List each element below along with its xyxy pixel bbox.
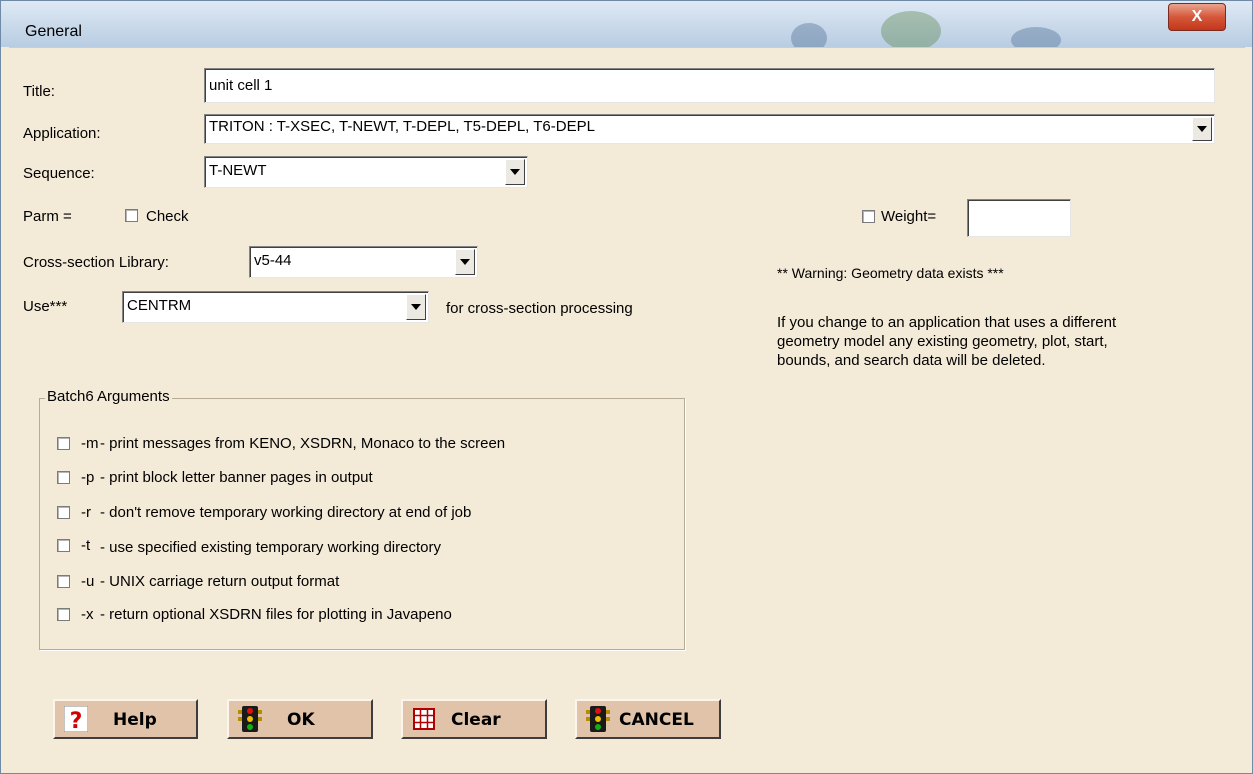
help-button-label: Help bbox=[113, 710, 157, 730]
chevron-down-icon bbox=[510, 169, 520, 175]
batch6-flag: -u bbox=[81, 573, 95, 590]
geometry-warning-message: If you change to an application that use… bbox=[777, 314, 1117, 369]
parm-check-checkbox[interactable] bbox=[125, 209, 138, 222]
application-select[interactable]: TRITON : T-XSEC, T-NEWT, T-DEPL, T5-DEPL… bbox=[204, 114, 1215, 144]
chevron-down-icon bbox=[460, 259, 470, 265]
grid-icon bbox=[413, 708, 435, 730]
use-label: Use*** bbox=[23, 298, 68, 315]
batch6-flag: -m bbox=[81, 435, 99, 452]
batch6-flag: -t bbox=[81, 537, 91, 554]
cancel-button-label: CANCEL bbox=[619, 710, 694, 730]
batch6-group-title: Batch6 Arguments bbox=[45, 388, 172, 405]
batch6-checkbox-r[interactable] bbox=[57, 506, 70, 519]
batch6-checkbox-p[interactable] bbox=[57, 471, 70, 484]
traffic-light-icon bbox=[238, 706, 262, 732]
application-label: Application: bbox=[23, 125, 101, 142]
ok-button[interactable]: OK bbox=[227, 699, 373, 739]
title-label: Title: bbox=[23, 83, 55, 100]
sequence-label: Sequence: bbox=[23, 165, 95, 182]
use-suffix-text: for cross-section processing bbox=[446, 300, 633, 317]
batch6-checkbox-t[interactable] bbox=[57, 539, 70, 552]
question-mark-icon: ? bbox=[64, 706, 88, 732]
background-decoration bbox=[881, 11, 941, 51]
batch6-description: - print block letter banner pages in out… bbox=[100, 469, 373, 486]
application-dropdown-button[interactable] bbox=[1192, 117, 1212, 141]
cancel-button[interactable]: CANCEL bbox=[575, 699, 721, 739]
chevron-down-icon bbox=[411, 304, 421, 310]
batch6-description: - return optional XSDRN files for plotti… bbox=[100, 606, 452, 623]
sequence-dropdown-button[interactable] bbox=[505, 159, 525, 185]
xs-library-dropdown-button[interactable] bbox=[455, 249, 475, 275]
title-input-box[interactable] bbox=[204, 68, 1215, 103]
chevron-down-icon bbox=[1197, 126, 1207, 132]
xs-library-label: Cross-section Library: bbox=[23, 254, 169, 271]
sequence-value: T-NEWT bbox=[209, 162, 267, 179]
parm-check-label: Check bbox=[146, 208, 189, 225]
application-value: TRITON : T-XSEC, T-NEWT, T-DEPL, T5-DEPL… bbox=[209, 118, 595, 135]
batch6-description: - use specified existing temporary worki… bbox=[100, 539, 441, 556]
weight-input-box[interactable] bbox=[967, 199, 1071, 237]
use-select[interactable]: CENTRM bbox=[122, 291, 429, 323]
use-dropdown-button[interactable] bbox=[406, 294, 426, 320]
batch6-description: - UNIX carriage return output format bbox=[100, 573, 340, 590]
batch6-description: - don't remove temporary working directo… bbox=[100, 504, 472, 521]
window-title: General bbox=[25, 23, 82, 40]
geometry-warning-title: ** Warning: Geometry data exists *** bbox=[777, 265, 1004, 281]
dialog-body: Title: Application: TRITON : T-XSEC, T-N… bbox=[9, 47, 1245, 767]
xs-library-value: v5-44 bbox=[254, 252, 292, 269]
batch6-flag: -x bbox=[81, 606, 94, 623]
parm-label: Parm = bbox=[23, 208, 72, 225]
use-value: CENTRM bbox=[127, 297, 192, 314]
title-input[interactable] bbox=[205, 69, 1214, 102]
close-icon: X bbox=[1191, 8, 1203, 25]
clear-button-label: Clear bbox=[451, 710, 501, 730]
sequence-select[interactable]: T-NEWT bbox=[204, 156, 528, 188]
weight-input[interactable] bbox=[968, 200, 1070, 236]
batch6-flag: -p bbox=[81, 469, 95, 486]
general-dialog: General X Title: Application: TRITON : T… bbox=[0, 0, 1253, 774]
help-button[interactable]: ? Help bbox=[53, 699, 198, 739]
traffic-light-icon bbox=[586, 706, 610, 732]
svg-text:?: ? bbox=[70, 709, 83, 732]
batch6-checkbox-x[interactable] bbox=[57, 608, 70, 621]
close-button[interactable]: X bbox=[1168, 3, 1226, 31]
batch6-checkbox-u[interactable] bbox=[57, 575, 70, 588]
ok-button-label: OK bbox=[287, 710, 315, 730]
batch6-checkbox-m[interactable] bbox=[57, 437, 70, 450]
title-bar[interactable]: General X bbox=[1, 1, 1252, 53]
clear-button[interactable]: Clear bbox=[401, 699, 547, 739]
batch6-description: - print messages from KENO, XSDRN, Monac… bbox=[100, 435, 506, 452]
xs-library-select[interactable]: v5-44 bbox=[249, 246, 478, 278]
batch6-flag: -r bbox=[81, 504, 91, 521]
weight-label: Weight= bbox=[881, 208, 937, 225]
weight-checkbox[interactable] bbox=[862, 210, 875, 223]
